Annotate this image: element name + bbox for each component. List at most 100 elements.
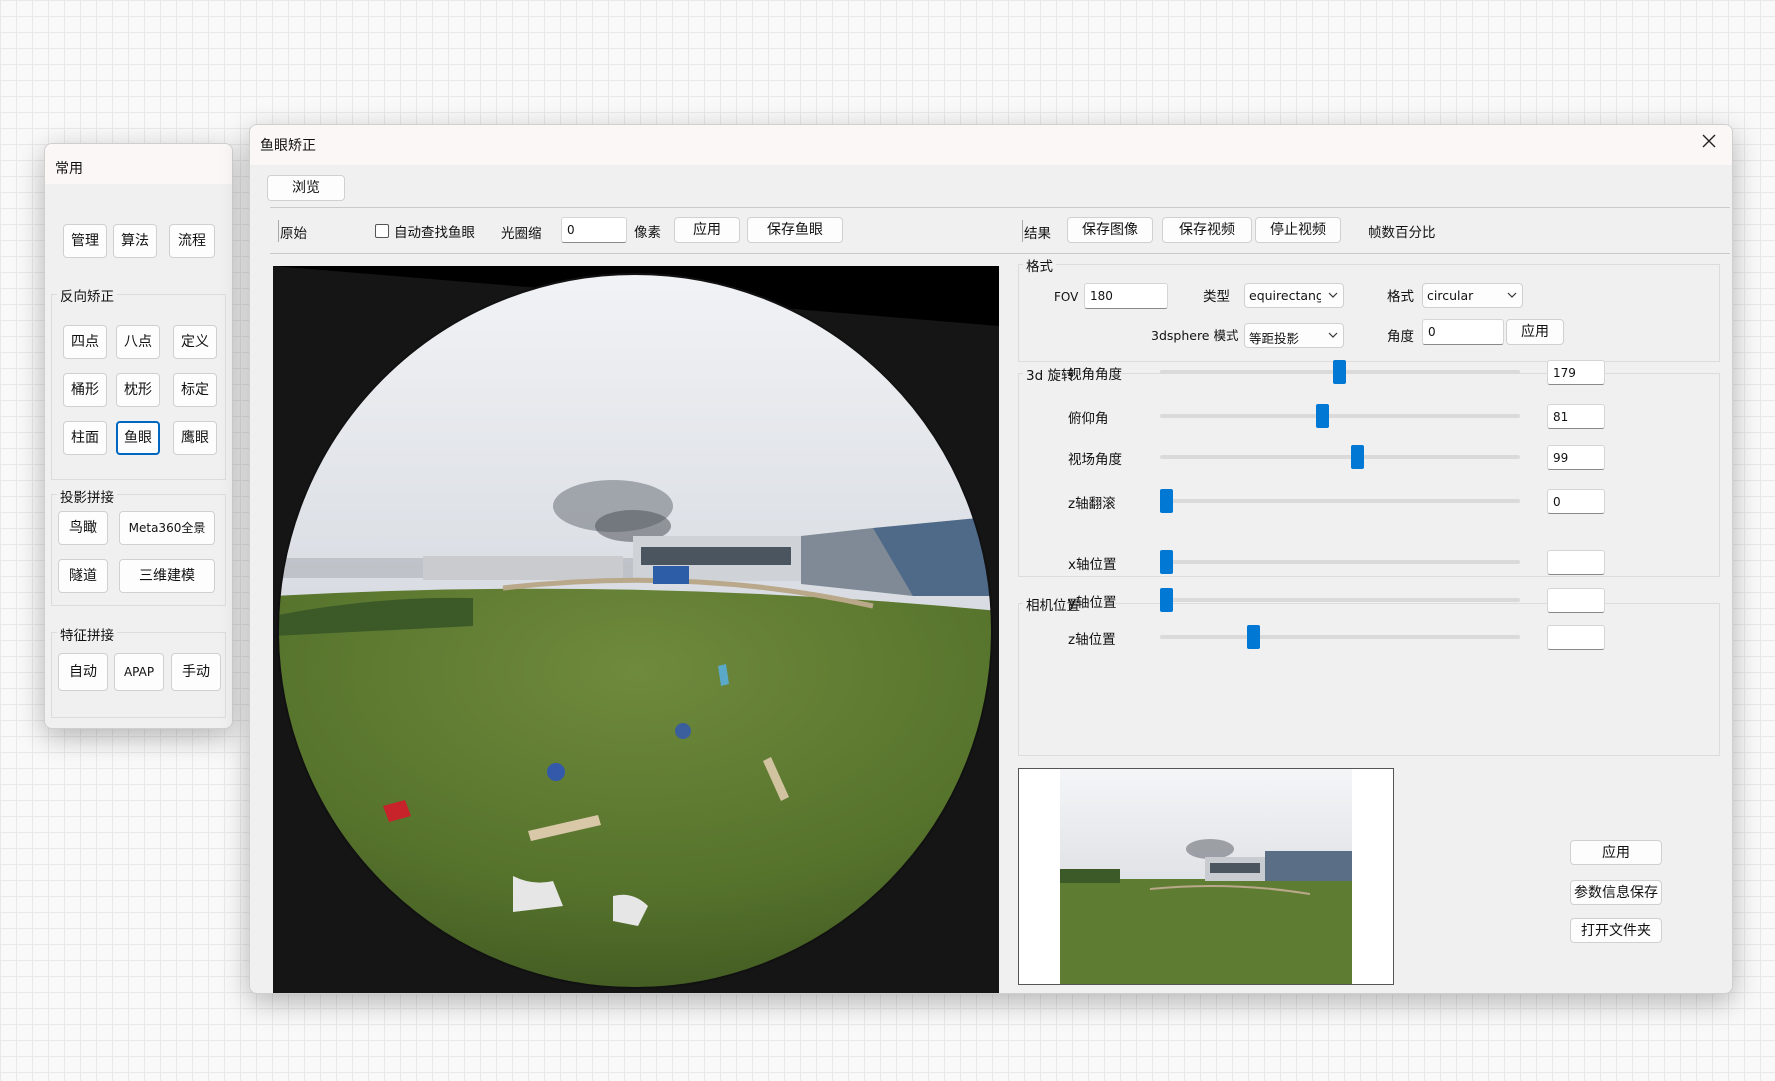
camera-value-input[interactable]: [1547, 550, 1605, 575]
format-label: 格式: [1387, 289, 1414, 305]
camera-slider-label: x轴位置: [1068, 557, 1117, 573]
corrected-preview-image: [1060, 769, 1352, 984]
tools-panel-titlebar: 常用: [45, 144, 232, 184]
pincushion-button[interactable]: 枕形: [116, 373, 160, 407]
save-fisheye-button[interactable]: 保存鱼眼: [747, 217, 843, 243]
fisheye-button[interactable]: 鱼眼: [116, 421, 160, 455]
algorithm-button[interactable]: 算法: [113, 224, 157, 258]
pixel-label: 像素: [634, 225, 661, 241]
rotation-slider-track[interactable]: [1160, 489, 1520, 513]
3dsphere-mode-combobox[interactable]: 等距投影: [1244, 323, 1344, 348]
rotation-slider-thumb[interactable]: [1160, 489, 1174, 513]
browse-button[interactable]: 浏览: [267, 175, 345, 201]
eight-point-button[interactable]: 八点: [116, 325, 160, 359]
apply-angle-button[interactable]: 应用: [1506, 319, 1564, 345]
toolbar-top-separator: [270, 207, 1730, 208]
fov-label: FOV: [1054, 290, 1079, 304]
auto-find-fisheye-checkbox[interactable]: [375, 224, 389, 238]
apap-button[interactable]: APAP: [114, 653, 164, 691]
rotation-slider-label: 视场角度: [1068, 452, 1122, 468]
camera-slider-track[interactable]: [1160, 588, 1520, 612]
auto-find-fisheye-label: 自动查找鱼眼: [394, 225, 475, 241]
format-combobox[interactable]: circular: [1422, 283, 1523, 308]
3d-rotation-group: 3d 旋转: [1018, 364, 1720, 577]
type-label: 类型: [1203, 289, 1230, 305]
open-folder-button[interactable]: 打开文件夹: [1570, 918, 1662, 943]
camera-slider-thumb[interactable]: [1160, 550, 1174, 574]
3d-modeling-button[interactable]: 三维建模: [119, 559, 215, 593]
camera-slider-label: z轴位置: [1068, 632, 1116, 648]
save-image-button[interactable]: 保存图像: [1067, 217, 1153, 243]
cylinder-button[interactable]: 柱面: [63, 421, 107, 455]
result-preview-view: [1018, 768, 1394, 985]
3dsphere-mode-value: 等距投影: [1249, 331, 1300, 346]
projection-stitch-title: 投影拼接: [57, 486, 117, 506]
tools-panel: 常用 管理 算法 流程 反向矫正 四点 八点 定义 桶形 枕形 标定 柱面 鱼眼…: [44, 143, 233, 729]
camera-slider-track[interactable]: [1160, 550, 1520, 574]
rotation-slider-thumb[interactable]: [1332, 360, 1346, 384]
angle-label: 角度: [1387, 329, 1414, 345]
apply-aperture-button[interactable]: 应用: [674, 217, 740, 243]
save-params-button[interactable]: 参数信息保存: [1570, 880, 1662, 905]
type-combobox-value: equirectangle: [1249, 288, 1321, 303]
format-group: 格式: [1018, 255, 1720, 362]
format-group-title: 格式: [1023, 255, 1056, 275]
rotation-slider-track[interactable]: [1160, 445, 1520, 469]
3dsphere-mode-label: 3dsphere 模式: [1151, 328, 1239, 343]
aperture-label: 光圈缩: [501, 226, 542, 242]
close-icon: [1702, 134, 1716, 148]
hawkeye-button[interactable]: 鹰眼: [173, 421, 217, 455]
rotation-slider-track[interactable]: [1160, 404, 1520, 428]
format-combobox-value: circular: [1427, 288, 1474, 303]
rotation-slider-thumb[interactable]: [1315, 404, 1329, 428]
close-button[interactable]: [1690, 127, 1728, 155]
rotation-slider-label: 俯仰角: [1068, 411, 1109, 427]
camera-slider-thumb[interactable]: [1247, 625, 1261, 649]
camera-position-group: 相机位置: [1018, 594, 1720, 756]
manage-button[interactable]: 管理: [63, 224, 107, 258]
auto-stitch-button[interactable]: 自动: [58, 653, 108, 691]
feature-stitch-title: 特征拼接: [57, 624, 117, 644]
tools-panel-title: 常用: [55, 161, 83, 177]
rotation-slider-thumb[interactable]: [1351, 445, 1365, 469]
chevron-down-icon: [1507, 292, 1517, 298]
type-combobox[interactable]: equirectangle: [1244, 283, 1344, 308]
birdseye-button[interactable]: 鸟瞰: [58, 511, 108, 545]
barrel-button[interactable]: 桶形: [63, 373, 107, 407]
camera-value-input[interactable]: [1547, 625, 1605, 650]
camera-slider-thumb[interactable]: [1160, 588, 1174, 612]
save-video-button[interactable]: 保存视频: [1162, 217, 1252, 243]
rotation-value-input[interactable]: [1547, 404, 1605, 429]
reverse-correction-title: 反向矫正: [57, 285, 117, 305]
aperture-input[interactable]: [561, 217, 627, 243]
frame-percentage-label: 帧数百分比: [1368, 225, 1436, 241]
chevron-down-icon: [1328, 332, 1338, 338]
define-button[interactable]: 定义: [173, 325, 217, 359]
fisheye-correction-window: 鱼眼矫正 浏览 原始 自动查找鱼眼 光圈缩 像素 应用 保存鱼眼 结果 保存图像…: [249, 124, 1733, 994]
meta360-panorama-button[interactable]: Meta360全景: [119, 511, 215, 545]
rotation-value-input[interactable]: [1547, 360, 1605, 385]
workflow-button[interactable]: 流程: [169, 224, 215, 258]
main-titlebar: 鱼眼矫正: [250, 125, 1732, 165]
fov-input[interactable]: [1084, 283, 1168, 309]
chevron-down-icon: [1328, 292, 1338, 298]
camera-slider-label: y轴位置: [1068, 595, 1117, 611]
result-separator: [1022, 220, 1023, 242]
stop-video-button[interactable]: 停止视频: [1255, 217, 1341, 243]
four-point-button[interactable]: 四点: [63, 325, 107, 359]
rotation-value-input[interactable]: [1547, 489, 1605, 514]
rotation-value-input[interactable]: [1547, 445, 1605, 470]
original-label: 原始: [280, 226, 307, 242]
result-label: 结果: [1024, 226, 1051, 242]
angle-input[interactable]: [1422, 319, 1504, 345]
manual-stitch-button[interactable]: 手动: [171, 653, 221, 691]
camera-value-input[interactable]: [1547, 588, 1605, 613]
calibrate-button[interactable]: 标定: [173, 373, 217, 407]
rotation-slider-label: z轴翻滚: [1068, 496, 1116, 512]
camera-slider-track[interactable]: [1160, 625, 1520, 649]
fisheye-image: [273, 266, 999, 993]
apply-button[interactable]: 应用: [1570, 840, 1662, 865]
tunnel-button[interactable]: 隧道: [58, 559, 108, 593]
rotation-slider-track[interactable]: [1160, 360, 1520, 384]
original-image-view: [273, 266, 999, 993]
